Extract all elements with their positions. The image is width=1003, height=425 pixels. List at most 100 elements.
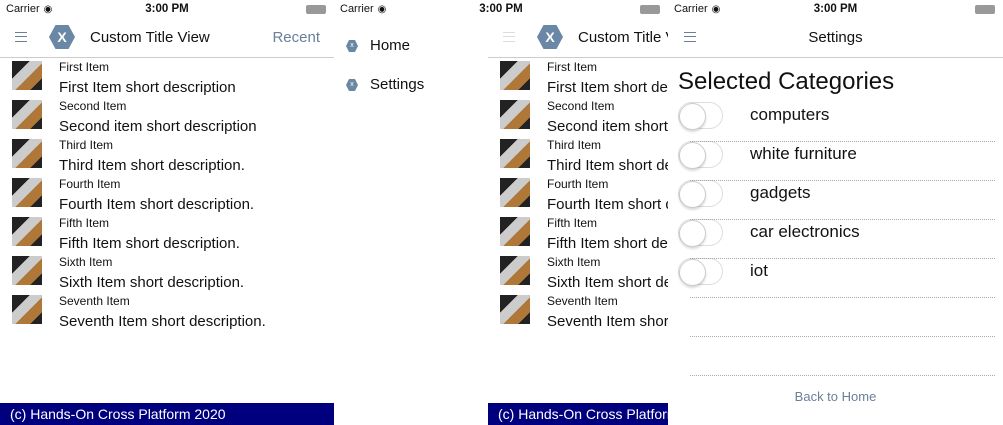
category-toggle[interactable] <box>678 102 723 130</box>
item-description: Sixth Item short description. <box>59 274 245 291</box>
list-item[interactable]: Second Item Second item short description <box>488 97 668 136</box>
item-description: Third Item short description. <box>547 157 668 174</box>
list-item[interactable]: First Item First Item short description <box>488 58 668 97</box>
category-toggle[interactable] <box>678 180 723 208</box>
thumbnail-image <box>500 217 530 246</box>
item-description: Fifth Item short description. <box>547 235 668 252</box>
page-title: Custom Title View <box>90 29 210 46</box>
category-row: gadgets <box>668 180 1003 219</box>
list-item[interactable]: Sixth Item Sixth Item short description. <box>488 253 668 292</box>
xamarin-icon: x <box>346 40 358 52</box>
item-title: Fifth Item <box>547 216 598 230</box>
clock: 3:00 PM <box>813 3 858 15</box>
thumbnail-image <box>12 100 42 129</box>
separator <box>690 297 995 298</box>
item-title: First Item <box>59 60 109 74</box>
thumbnail-image <box>500 256 530 285</box>
xamarin-icon: x <box>346 79 358 91</box>
item-title: Fourth Item <box>547 177 609 191</box>
shifted-main-page[interactable]: X Custom Title View First ItemFirst Item… <box>488 0 668 425</box>
item-description: First Item short description <box>59 79 236 96</box>
item-title: Fourth Item <box>59 177 121 191</box>
menu-item-label: Home <box>370 37 411 54</box>
menu-item-label: Settings <box>370 76 425 93</box>
category-row: computers <box>668 102 1003 141</box>
list-item[interactable]: Fourth Item Fourth Item short description… <box>0 175 334 214</box>
item-description: Seventh Item short description. <box>59 313 266 330</box>
battery-icon <box>975 5 995 14</box>
recent-button[interactable]: Recent <box>272 29 320 46</box>
item-description: Seventh Item short description. <box>547 313 668 330</box>
separator <box>690 141 995 142</box>
category-row: iot <box>668 258 1003 297</box>
item-title: Sixth Item <box>59 255 113 269</box>
footer: (c) Hands-On Cross Platform 2020 <box>488 403 668 425</box>
category-row: white furniture <box>668 141 1003 180</box>
item-description: Second item short description <box>547 118 668 135</box>
back-to-home-button[interactable]: Back to Home <box>668 389 1003 404</box>
category-label: iot <box>750 261 768 280</box>
thumbnail-image <box>12 178 42 207</box>
item-description: Fourth Item short description. <box>59 196 255 213</box>
settings-screen: Carrier ◉ 3:00 PM Settings Selected Categ… <box>668 0 1003 425</box>
thumbnail-image <box>12 217 42 246</box>
category-toggle[interactable] <box>678 258 723 286</box>
item-description: Sixth Item short description. <box>547 274 668 291</box>
item-title: First Item <box>547 60 597 74</box>
drawer-open-screen: Carrier ◉ 3:00 PM x Home x Settings X Cus… <box>334 0 668 425</box>
list-item[interactable]: Second Item Second item short description <box>0 97 334 136</box>
page-title: Settings <box>808 29 863 46</box>
hamburger-menu-icon[interactable] <box>503 32 515 42</box>
list-item[interactable]: Third Item Third Item short description. <box>488 136 668 175</box>
item-description: Fourth Item short description. <box>547 196 668 213</box>
thumbnail-image <box>12 256 42 285</box>
list-item[interactable]: Fifth Item Fifth Item short description. <box>0 214 334 253</box>
hamburger-menu-icon[interactable] <box>15 32 27 42</box>
thumbnail-image <box>500 295 530 324</box>
item-description: Second item short description <box>59 118 257 135</box>
thumbnail-image <box>12 61 42 90</box>
item-title: Seventh Item <box>547 294 618 308</box>
item-description: First Item short description <box>547 79 668 96</box>
category-toggle[interactable] <box>678 141 723 169</box>
xamarin-logo-icon: X <box>49 25 75 49</box>
category-row: car electronics <box>668 219 1003 258</box>
category-toggle[interactable] <box>678 219 723 247</box>
category-label: white furniture <box>750 144 857 163</box>
clock: 3:00 PM <box>145 3 189 15</box>
item-title: Seventh Item <box>59 294 130 308</box>
footer: (c) Hands-On Cross Platform 2020 <box>0 403 334 425</box>
list-item[interactable]: Third Item Third Item short description. <box>0 136 334 175</box>
category-label: gadgets <box>750 183 811 202</box>
xamarin-logo-icon: X <box>537 25 563 49</box>
status-bar: Carrier ◉ 3:00 PM <box>668 0 1003 18</box>
list-item[interactable]: Seventh Item Seventh Item short descripti… <box>0 292 334 331</box>
item-description: Third Item short description. <box>59 157 245 174</box>
nav-bar: X Custom Title View Recent <box>0 18 334 58</box>
main-page-screen: Carrier ◉ 3:00 PM X Custom Title View Rec… <box>0 0 334 425</box>
list-item[interactable]: Seventh Item Seventh Item short descripti… <box>488 292 668 331</box>
item-title: Third Item <box>547 138 602 152</box>
separator <box>690 336 995 337</box>
separator <box>690 180 995 181</box>
thumbnail-image <box>500 100 530 129</box>
nav-bar: Settings <box>668 18 1003 58</box>
categories-heading: Selected Categories <box>678 68 895 95</box>
thumbnail-image <box>500 178 530 207</box>
separator <box>690 258 995 259</box>
thumbnail-image <box>12 139 42 168</box>
item-title: Second Item <box>547 99 615 113</box>
category-label: computers <box>750 105 830 124</box>
separator <box>690 219 995 220</box>
status-bar: Carrier ◉ 3:00 PM <box>0 0 334 18</box>
list-item[interactable]: Sixth Item Sixth Item short description. <box>0 253 334 292</box>
list-item[interactable]: First Item First Item short description <box>0 58 334 97</box>
battery-icon <box>306 5 326 14</box>
item-description: Fifth Item short description. <box>59 235 240 252</box>
item-title: Sixth Item <box>547 255 601 269</box>
nav-bar: X Custom Title View <box>488 18 668 58</box>
list-item[interactable]: Fourth Item Fourth Item short description… <box>488 175 668 214</box>
thumbnail-image <box>500 61 530 90</box>
item-title: Fifth Item <box>59 216 110 230</box>
list-item[interactable]: Fifth Item Fifth Item short description. <box>488 214 668 253</box>
